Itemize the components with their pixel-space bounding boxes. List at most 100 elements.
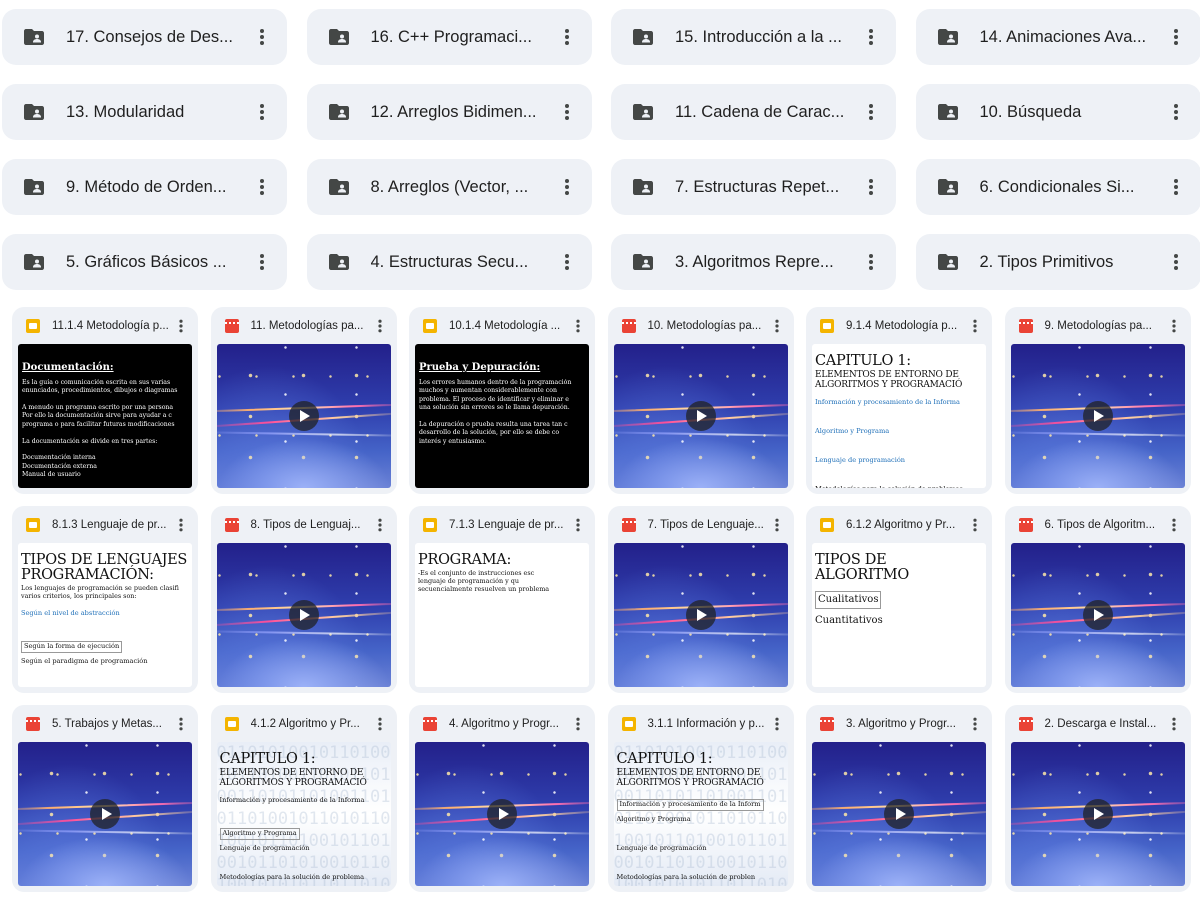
file-item[interactable]: 6. Tipos de Algoritm... <box>1004 506 1191 693</box>
more-options-button[interactable] <box>966 714 984 733</box>
play-icon[interactable] <box>685 401 716 431</box>
file-header: 3. Algoritmo y Progr... <box>812 705 986 742</box>
file-item[interactable]: 11.1.4 Metodología p... Documentación: Es … <box>12 307 198 494</box>
folder-item[interactable]: 15. Introducción a la ... <box>611 9 896 65</box>
folder-item[interactable]: 2. Tipos Primitivos <box>915 234 1200 290</box>
play-icon[interactable] <box>288 401 319 431</box>
slide-list-item: Cuantitativos <box>815 615 883 627</box>
more-options-button[interactable] <box>251 250 273 274</box>
folder-item[interactable]: 4. Estructuras Secu... <box>306 234 592 290</box>
file-item[interactable]: 4. Algoritmo y Progr... <box>409 705 595 892</box>
slide-title: CAPITULO 1: <box>219 751 316 767</box>
more-options-button[interactable] <box>172 714 190 733</box>
folder-item[interactable]: 3. Algoritmos Repre... <box>611 234 896 290</box>
more-options-button[interactable] <box>768 714 786 733</box>
play-icon[interactable] <box>884 799 914 829</box>
shared-folder-icon <box>22 100 46 124</box>
file-item[interactable]: 3.1.1 Información y p... 0110101001011010… <box>607 705 794 892</box>
more-options-button[interactable] <box>966 515 984 534</box>
play-icon[interactable] <box>1082 799 1113 829</box>
folder-name: 16. C++ Programaci... <box>370 27 532 46</box>
shared-folder-icon <box>936 175 960 199</box>
folder-item[interactable]: 14. Animaciones Ava... <box>915 9 1200 65</box>
thumbnail-decoration <box>1010 835 1185 886</box>
folder-item[interactable]: 7. Estructuras Repet... <box>611 159 896 215</box>
more-options-button[interactable] <box>1165 316 1183 335</box>
more-options-button[interactable] <box>768 515 786 534</box>
more-options-button[interactable] <box>172 515 190 534</box>
file-item[interactable]: 6.1.2 Algoritmo y Pr... TIPOS DE ALGORITM… <box>806 506 992 693</box>
play-icon[interactable] <box>685 600 716 630</box>
file-item[interactable]: 8. Tipos de Lenguaj... <box>210 506 397 693</box>
shared-folder-icon <box>631 250 655 274</box>
slide-list-item: Metodologías para la solución de problem… <box>219 872 365 881</box>
more-options-button[interactable] <box>1165 175 1187 199</box>
folder-item[interactable]: 11. Cadena de Carac... <box>611 84 896 140</box>
kebab-icon <box>179 323 183 328</box>
file-item[interactable]: 2. Descarga e Instal... <box>1004 705 1191 892</box>
more-options-button[interactable] <box>860 100 882 124</box>
folder-item[interactable]: 13. Modularidad <box>2 84 287 140</box>
more-options-button[interactable] <box>1165 25 1187 49</box>
slide-title: Documentación: <box>22 362 114 373</box>
video-file-icon <box>224 517 239 532</box>
file-item[interactable]: 10. Metodologías pa... <box>607 307 794 494</box>
more-options-button[interactable] <box>251 175 273 199</box>
file-item[interactable]: 10.1.4 Metodología ... Prueba y Depuració… <box>409 307 595 494</box>
more-options-button[interactable] <box>1165 714 1183 733</box>
more-options-button[interactable] <box>768 316 786 335</box>
file-item[interactable]: 7. Tipos de Lenguaje... <box>607 506 794 693</box>
kebab-icon <box>869 185 873 189</box>
file-item[interactable]: 5. Trabajos y Metas... <box>12 705 198 892</box>
more-options-button[interactable] <box>1165 515 1183 534</box>
folder-item[interactable]: 10. Búsqueda <box>915 84 1200 140</box>
more-options-button[interactable] <box>860 250 882 274</box>
more-options-button[interactable] <box>172 316 190 335</box>
file-header: 10.1.4 Metodología ... <box>415 307 589 344</box>
play-icon[interactable] <box>1082 401 1113 431</box>
folder-item[interactable]: 9. Método de Orden... <box>2 159 287 215</box>
play-icon[interactable] <box>1082 600 1113 630</box>
more-options-button[interactable] <box>966 316 984 335</box>
file-item[interactable]: 3. Algoritmo y Progr... <box>806 705 992 892</box>
more-options-button[interactable] <box>371 515 389 534</box>
more-options-button[interactable] <box>251 25 273 49</box>
file-item[interactable]: 7.1.3 Lenguaje de pr... PROGRAMA: -Es el c… <box>409 506 595 693</box>
kebab-icon <box>1171 323 1176 328</box>
folder-name: 12. Arreglos Bidimen... <box>370 102 537 121</box>
more-options-button[interactable] <box>251 100 273 124</box>
file-header: 10. Metodologías pa... <box>614 307 788 344</box>
folder-item[interactable]: 17. Consejos de Des... <box>2 9 287 65</box>
play-icon[interactable] <box>288 600 319 630</box>
slide-content: CAPITULO 1: ELEMENTOS DE ENTORNO DE ALGOR… <box>219 751 388 886</box>
folder-item[interactable]: 5. Gráficos Básicos ... <box>2 234 287 290</box>
file-item[interactable]: 8.1.3 Lenguaje de pr... TIPOS DE LENGUAJE… <box>12 506 198 693</box>
more-options-button[interactable] <box>569 316 587 335</box>
file-item[interactable]: 9.1.4 Metodología p... CAPITULO 1: ELEMENT… <box>806 307 992 494</box>
shared-folder-icon <box>327 175 351 199</box>
play-icon[interactable] <box>487 799 517 829</box>
more-options-button[interactable] <box>371 714 389 733</box>
more-options-button[interactable] <box>860 25 882 49</box>
more-options-button[interactable] <box>860 175 882 199</box>
file-item[interactable]: 11. Metodologías pa... <box>210 307 397 494</box>
more-options-button[interactable] <box>371 316 389 335</box>
more-options-button[interactable] <box>556 100 578 124</box>
folder-item[interactable]: 8. Arreglos (Vector, ... <box>306 159 592 215</box>
video-file-icon <box>423 716 437 731</box>
more-options-button[interactable] <box>556 175 578 199</box>
more-options-button[interactable] <box>556 25 578 49</box>
more-options-button[interactable] <box>569 714 587 733</box>
more-options-button[interactable] <box>556 250 578 274</box>
play-icon[interactable] <box>90 799 120 829</box>
kebab-icon <box>973 721 977 726</box>
folder-item[interactable]: 16. C++ Programaci... <box>306 9 592 65</box>
more-options-button[interactable] <box>569 515 587 534</box>
folder-item[interactable]: 12. Arreglos Bidimen... <box>306 84 592 140</box>
file-item[interactable]: 9. Metodologías pa... <box>1004 307 1191 494</box>
more-options-button[interactable] <box>1165 100 1187 124</box>
folder-item[interactable]: 6. Condicionales Si... <box>915 159 1200 215</box>
thumbnail-decoration <box>1010 437 1185 488</box>
file-item[interactable]: 4.1.2 Algoritmo y Pr... 01101010010110100… <box>210 705 397 892</box>
more-options-button[interactable] <box>1165 250 1187 274</box>
